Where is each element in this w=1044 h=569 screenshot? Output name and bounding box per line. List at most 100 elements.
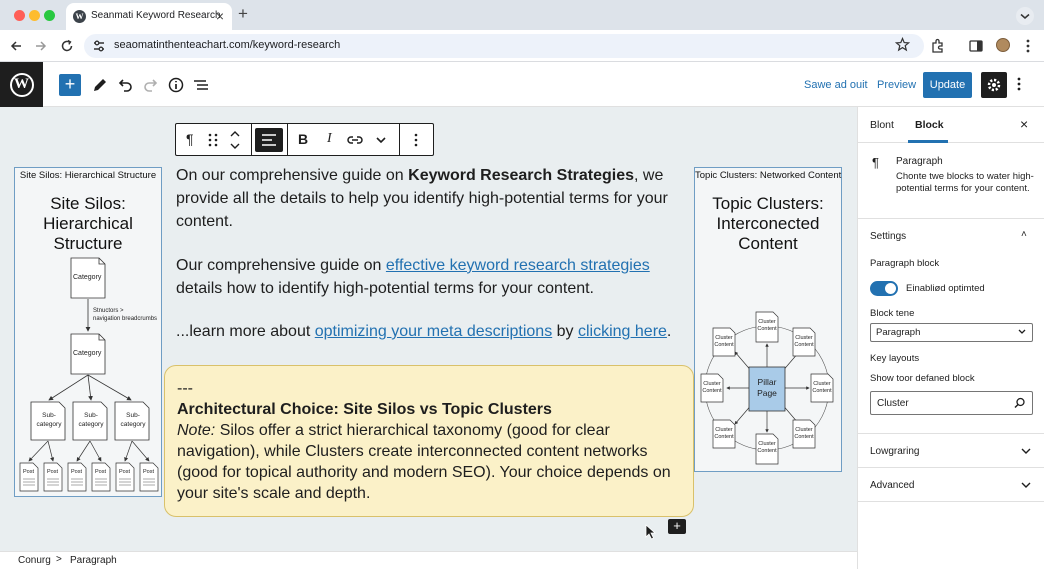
add-block-button[interactable]: + (668, 519, 686, 534)
more-options-icon[interactable] (412, 132, 420, 148)
pillar-label: Pillar (757, 377, 777, 387)
post-node-label: Post (71, 469, 83, 475)
paragraph-text: ...learn more about (176, 323, 315, 340)
forward-button[interactable] (31, 36, 51, 56)
browser-tab[interactable]: W Seanmati Keyword Research × (66, 3, 232, 30)
browser-menu-icon[interactable] (1021, 38, 1035, 54)
italic-button[interactable]: I (327, 131, 332, 147)
meta-descriptions-link[interactable]: optimizing your meta descriptions (315, 323, 552, 340)
advanced-panel[interactable]: Advanced (858, 468, 1044, 502)
details-info-icon[interactable] (167, 76, 185, 94)
redo-icon[interactable] (142, 76, 160, 94)
clicking-here-link[interactable]: clicking here (578, 323, 667, 340)
toolbar-divider (251, 124, 252, 155)
subcategory-word: category (120, 421, 146, 428)
preview-button[interactable]: Preview (877, 79, 916, 91)
close-window-button[interactable] (14, 10, 25, 21)
breadcrumb-item[interactable]: Conurg (18, 555, 51, 566)
category-node-label: Category (73, 274, 102, 281)
move-up-down-icon[interactable] (229, 127, 241, 153)
paragraph-block[interactable]: ...learn more about optimizing your meta… (176, 320, 686, 343)
block-card-description: Chonte twe blocks to water high-potentia… (896, 171, 1034, 194)
cluster-label-line: Content (812, 388, 832, 394)
cluster-node-label: Cluster Content (698, 381, 726, 395)
save-draft-button[interactable]: Sawe ad ouit (804, 79, 868, 91)
close-sidebar-button[interactable]: × (1020, 116, 1028, 132)
breadcrumb-item[interactable]: Paragraph (70, 555, 117, 566)
block-card-title: Paragraph (896, 156, 943, 167)
key-layouts-label: Key layouts (870, 353, 920, 364)
chevron-down-icon[interactable] (375, 134, 387, 146)
paragraph-block-icon[interactable]: ¶ (186, 131, 194, 147)
side-panel-icon[interactable] (968, 38, 984, 54)
wordpress-logo-button[interactable]: W (0, 62, 43, 107)
back-button[interactable] (6, 36, 26, 56)
editor-canvas[interactable]: ¶ B I Site Silos: Hierarchical Structure… (0, 107, 857, 551)
undo-icon[interactable] (116, 76, 134, 94)
keyword-strategies-link[interactable]: effective keyword research strategies (386, 257, 650, 274)
paragraph-block[interactable]: On our comprehensive guide on Keyword Re… (176, 164, 686, 233)
paragraph-text: by (552, 323, 578, 340)
cluster-label-line: Cluster (813, 381, 831, 387)
cluster-search-input[interactable] (870, 391, 1033, 415)
options-menu-icon[interactable] (1014, 75, 1024, 93)
pillar-label: Page (757, 388, 777, 398)
omnibox[interactable]: seaomatinthenteachart.com/keyword-resear… (84, 34, 924, 58)
site-info-icon[interactable] (92, 39, 106, 53)
paragraph-block[interactable]: Our comprehensive guide on effective key… (176, 254, 686, 300)
settings-panel-title[interactable]: Settings (870, 231, 906, 242)
block-toolbar: ¶ B I (175, 123, 434, 156)
tab-title: Seanmati Keyword Research (91, 10, 221, 21)
reload-icon (61, 39, 73, 52)
tab-block[interactable]: Block (915, 119, 944, 131)
bookmark-star-icon[interactable] (895, 37, 910, 52)
list-view-icon[interactable] (192, 76, 210, 94)
maximize-window-button[interactable] (44, 10, 55, 21)
topic-clusters-diagram[interactable]: Topic Clusters: Networked Content Topic … (694, 167, 842, 472)
chevron-up-icon[interactable]: ˄ (1021, 229, 1027, 240)
reload-button[interactable] (57, 36, 77, 56)
bold-button[interactable]: B (298, 131, 308, 147)
toolbar-divider (399, 124, 400, 155)
address-bar-row: seaomatinthenteachart.com/keyword-resear… (0, 30, 1044, 62)
tab-post[interactable]: Blont (870, 119, 894, 131)
cluster-label-line: Cluster (758, 441, 776, 447)
search-icon[interactable] (1014, 397, 1026, 409)
settings-panel: Settings ˄ Paragraph block Einabliød opt… (858, 219, 1044, 434)
select-value: Paragraph (876, 327, 921, 338)
paragraph-text: . (666, 323, 672, 340)
new-tab-button[interactable]: + (238, 4, 248, 24)
lowgraring-panel[interactable]: Lowgraring (858, 434, 1044, 468)
toggle-knob (885, 283, 896, 294)
block-tene-select[interactable]: Paragraph (870, 323, 1033, 342)
breadcrumb-separator: > (56, 554, 62, 565)
settings-button[interactable] (981, 72, 1007, 98)
profile-avatar[interactable] (996, 38, 1010, 52)
chevron-down-icon (1020, 13, 1030, 19)
cluster-label-line: Cluster (758, 319, 776, 325)
link-icon[interactable] (346, 133, 364, 147)
tab-search-button[interactable] (1016, 7, 1034, 25)
pencil-icon[interactable] (91, 76, 109, 94)
panel-title: Advanced (870, 480, 915, 491)
align-button[interactable] (255, 128, 283, 152)
optimized-toggle[interactable] (870, 281, 898, 296)
wordpress-logo-icon: W (9, 72, 34, 97)
note-callout-block[interactable]: --- Architectural Choice: Site Silos vs … (164, 365, 694, 517)
edge-label-line: Stnuctors > (93, 308, 124, 314)
align-left-icon (262, 134, 276, 146)
paragraph-icon: ¶ (872, 155, 879, 170)
cluster-node-label: Cluster Content (790, 335, 818, 349)
extensions-icon[interactable] (930, 38, 946, 54)
cluster-heading-line: Topic Clusters: (712, 194, 824, 213)
cluster-node-label: Cluster Content (753, 319, 781, 333)
minimize-window-button[interactable] (29, 10, 40, 21)
update-button[interactable]: Update (923, 72, 972, 98)
site-silos-diagram[interactable]: Site Silos: Hierarchical Structure Site … (14, 167, 162, 497)
block-inserter-button[interactable]: + (59, 74, 81, 96)
drag-handle-icon[interactable] (207, 132, 219, 148)
cluster-label-line: Cluster (715, 335, 733, 341)
tab-close-button[interactable]: × (216, 8, 224, 24)
pillar-page-node: Pillar Page (749, 377, 785, 399)
cluster-label-line: Content (794, 342, 814, 348)
